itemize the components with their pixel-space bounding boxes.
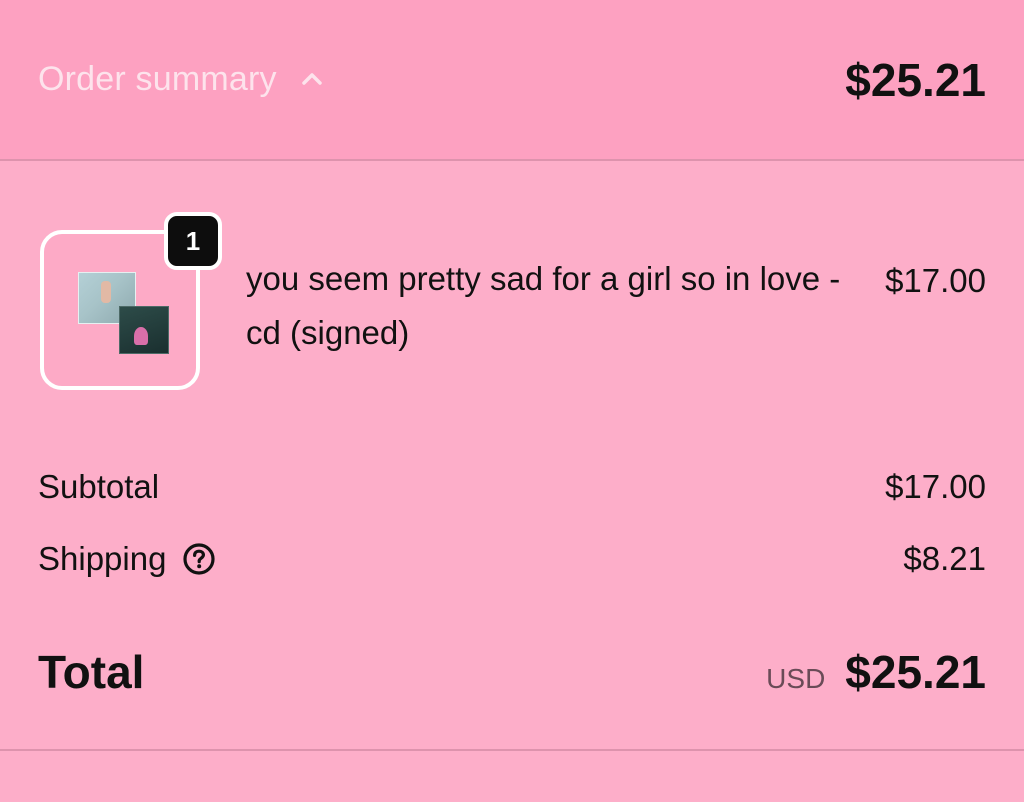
chevron-up-icon[interactable] <box>299 66 325 92</box>
header-total-price: $25.21 <box>845 54 986 106</box>
total-row: Total USD $25.21 <box>38 640 986 704</box>
total-amount: $25.21 <box>845 646 986 698</box>
subtotal-label: Subtotal <box>38 468 160 505</box>
total-amount-group: USD $25.21 <box>766 645 986 699</box>
product-price: $17.00 <box>885 262 986 299</box>
currency-code: USD <box>766 663 826 694</box>
order-summary-toggle[interactable]: Order summary <box>38 56 325 102</box>
shipping-label: Shipping <box>38 540 167 577</box>
total-label: Total <box>38 646 145 698</box>
shipping-value: $8.21 <box>903 540 986 577</box>
product-name: you seem pretty sad for a girl so in lov… <box>246 260 841 351</box>
subtotal-row: Subtotal $17.00 <box>38 465 986 509</box>
order-summary-label: Order summary <box>38 59 277 98</box>
bottom-divider <box>0 749 1024 751</box>
shipping-label-group: Shipping <box>38 540 216 578</box>
shipping-row: Shipping $8.21 <box>38 537 986 581</box>
order-summary-header[interactable]: Order summary $25.21 <box>0 0 1024 161</box>
question-circle-icon[interactable] <box>182 542 216 576</box>
subtotal-value: $17.00 <box>885 468 986 505</box>
cd-insert-image <box>119 306 169 354</box>
line-item: 1 you seem pretty sad for a girl so in l… <box>38 212 986 398</box>
quantity-badge: 1 <box>164 212 222 270</box>
